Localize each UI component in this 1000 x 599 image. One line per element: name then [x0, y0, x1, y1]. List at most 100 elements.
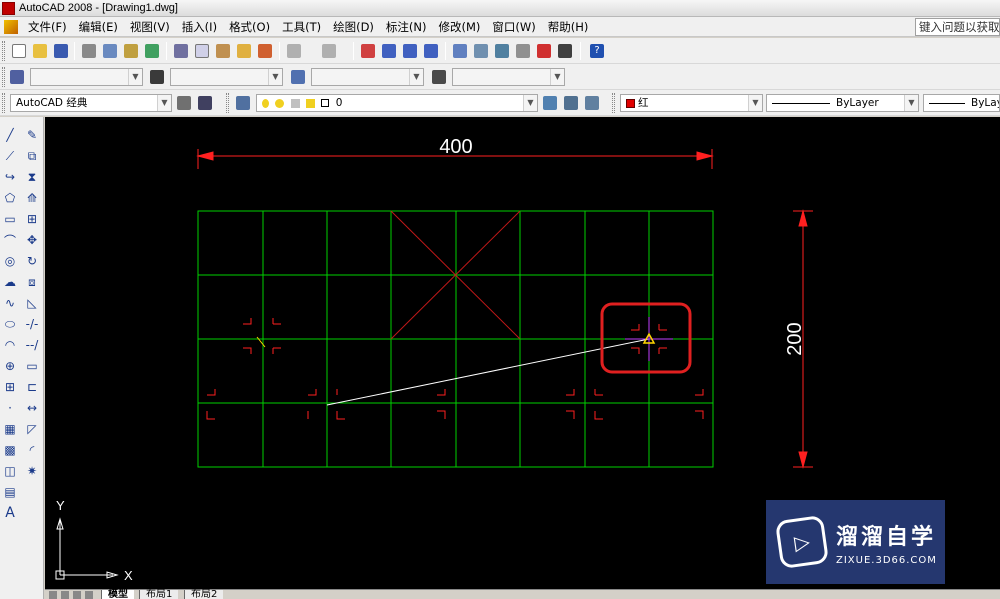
zoom-realtime-icon[interactable] — [380, 42, 398, 60]
help-icon[interactable]: ? — [588, 42, 606, 60]
trim-icon[interactable]: -/- — [24, 316, 40, 332]
menu-help[interactable]: 帮助(H) — [542, 19, 595, 35]
print-preview-icon[interactable] — [101, 42, 119, 60]
tab-nav-first-icon[interactable] — [49, 591, 57, 599]
design-center-icon[interactable] — [472, 42, 490, 60]
document-icon[interactable] — [4, 19, 18, 34]
toolbar-grip[interactable] — [2, 41, 5, 61]
make-block-icon[interactable]: ⊞ — [2, 379, 18, 395]
paste-icon[interactable] — [214, 42, 232, 60]
scale-icon[interactable]: ⧈ — [24, 274, 40, 290]
rectangle-icon[interactable]: ▭ — [2, 211, 18, 227]
multileader-style-select[interactable]: ▼ — [452, 68, 565, 86]
publish-icon[interactable] — [122, 42, 140, 60]
layer-select[interactable]: 0 ▼ — [256, 94, 538, 112]
multiline-text-icon[interactable]: A — [2, 505, 18, 521]
insert-block-icon[interactable]: ⊕ — [2, 358, 18, 374]
tab-layout1[interactable]: 布局1 — [139, 590, 179, 599]
copy-icon[interactable] — [193, 42, 211, 60]
fillet-icon[interactable]: ◜ — [24, 442, 40, 458]
menu-tools[interactable]: 工具(T) — [276, 19, 327, 35]
line-tool-icon[interactable]: ╱ — [2, 127, 18, 143]
arc-icon[interactable]: ⌒ — [2, 232, 18, 248]
ellipse-arc-icon[interactable]: ◠ — [2, 337, 18, 353]
tab-nav-prev-icon[interactable] — [61, 591, 69, 599]
markup-icon[interactable] — [535, 42, 553, 60]
workspace-save-icon[interactable] — [196, 94, 214, 112]
menu-view[interactable]: 视图(V) — [124, 19, 176, 35]
properties-icon[interactable] — [451, 42, 469, 60]
copy-object-icon[interactable]: ⧉ — [24, 148, 40, 164]
mirror-icon[interactable]: ⧗ — [24, 169, 40, 185]
break-icon[interactable]: ⊏ — [24, 379, 40, 395]
workspace-settings-icon[interactable] — [175, 94, 193, 112]
table-style-select[interactable]: ▼ — [311, 68, 424, 86]
open-file-icon[interactable] — [31, 42, 49, 60]
make-layer-current-icon[interactable] — [541, 94, 559, 112]
toolbar-grip[interactable] — [2, 67, 5, 87]
toolbar-grip[interactable] — [612, 93, 615, 113]
match-properties-icon[interactable] — [235, 42, 253, 60]
layer-previous-icon[interactable] — [562, 94, 580, 112]
menu-format[interactable]: 格式(O) — [223, 19, 276, 35]
toolbar-grip[interactable] — [226, 93, 229, 113]
region-icon[interactable]: ◫ — [2, 463, 18, 479]
table-style-icon[interactable] — [289, 68, 307, 86]
table-icon[interactable]: ▤ — [2, 484, 18, 500]
text-style-select[interactable]: ▼ — [30, 68, 143, 86]
undo-icon[interactable] — [285, 42, 303, 60]
point-icon[interactable]: · — [2, 400, 18, 416]
etransmit-icon[interactable] — [143, 42, 161, 60]
erase-icon[interactable]: ✎ — [24, 127, 40, 143]
polyline-icon[interactable]: ↪ — [2, 169, 18, 185]
quick-calc-icon[interactable] — [556, 42, 574, 60]
lineweight-select[interactable]: ByLayer — [923, 94, 1000, 112]
cut-icon[interactable] — [172, 42, 190, 60]
help-search-input[interactable]: 键入问题以获取帮 — [915, 18, 1000, 36]
linetype-select[interactable]: ByLayer ▼ — [766, 94, 919, 112]
print-icon[interactable] — [80, 42, 98, 60]
move-icon[interactable]: ✥ — [24, 232, 40, 248]
multileader-style-icon[interactable] — [430, 68, 448, 86]
text-style-icon[interactable] — [8, 68, 26, 86]
zoom-previous-icon[interactable] — [422, 42, 440, 60]
ellipse-icon[interactable]: ⬭ — [2, 316, 18, 332]
workspace-select[interactable]: AutoCAD 经典 ▼ — [10, 94, 172, 112]
revision-cloud-icon[interactable]: ☁ — [2, 274, 18, 290]
construction-line-icon[interactable]: ⟋ — [2, 148, 18, 164]
menu-modify[interactable]: 修改(M) — [433, 19, 487, 35]
toolbar-grip[interactable] — [2, 93, 5, 113]
zoom-window-icon[interactable] — [401, 42, 419, 60]
break-at-point-icon[interactable]: ▭ — [24, 358, 40, 374]
layer-manager-icon[interactable] — [234, 94, 252, 112]
tab-nav-last-icon[interactable] — [85, 591, 93, 599]
menu-dimension[interactable]: 标注(N) — [380, 19, 433, 35]
polygon-icon[interactable]: ⬠ — [2, 190, 18, 206]
menu-window[interactable]: 窗口(W) — [486, 19, 541, 35]
array-icon[interactable]: ⊞ — [24, 211, 40, 227]
pan-realtime-icon[interactable] — [359, 42, 377, 60]
tab-model[interactable]: 模型 — [101, 590, 134, 599]
stretch-icon[interactable]: ◺ — [24, 295, 40, 311]
sheet-set-icon[interactable] — [514, 42, 532, 60]
tab-layout2[interactable]: 布局2 — [184, 590, 224, 599]
hatch-icon[interactable]: ▦ — [2, 421, 18, 437]
save-icon[interactable] — [52, 42, 70, 60]
explode-icon[interactable]: ✷ — [24, 463, 40, 479]
gradient-icon[interactable]: ▩ — [2, 442, 18, 458]
tool-palettes-icon[interactable] — [493, 42, 511, 60]
offset-icon[interactable]: ⟰ — [24, 190, 40, 206]
redo-icon[interactable] — [320, 42, 338, 60]
dim-style-select[interactable]: ▼ — [170, 68, 283, 86]
extend-icon[interactable]: --/ — [24, 337, 40, 353]
block-editor-icon[interactable] — [256, 42, 274, 60]
chamfer-icon[interactable]: ◸ — [24, 421, 40, 437]
spline-icon[interactable]: ∿ — [2, 295, 18, 311]
color-select[interactable]: 红 ▼ — [620, 94, 763, 112]
layer-states-icon[interactable] — [583, 94, 601, 112]
menu-edit[interactable]: 编辑(E) — [73, 19, 124, 35]
circle-icon[interactable]: ◎ — [2, 253, 18, 269]
rotate-icon[interactable]: ↻ — [24, 253, 40, 269]
join-icon[interactable]: ↔ — [24, 400, 40, 416]
dim-style-icon[interactable] — [148, 68, 166, 86]
